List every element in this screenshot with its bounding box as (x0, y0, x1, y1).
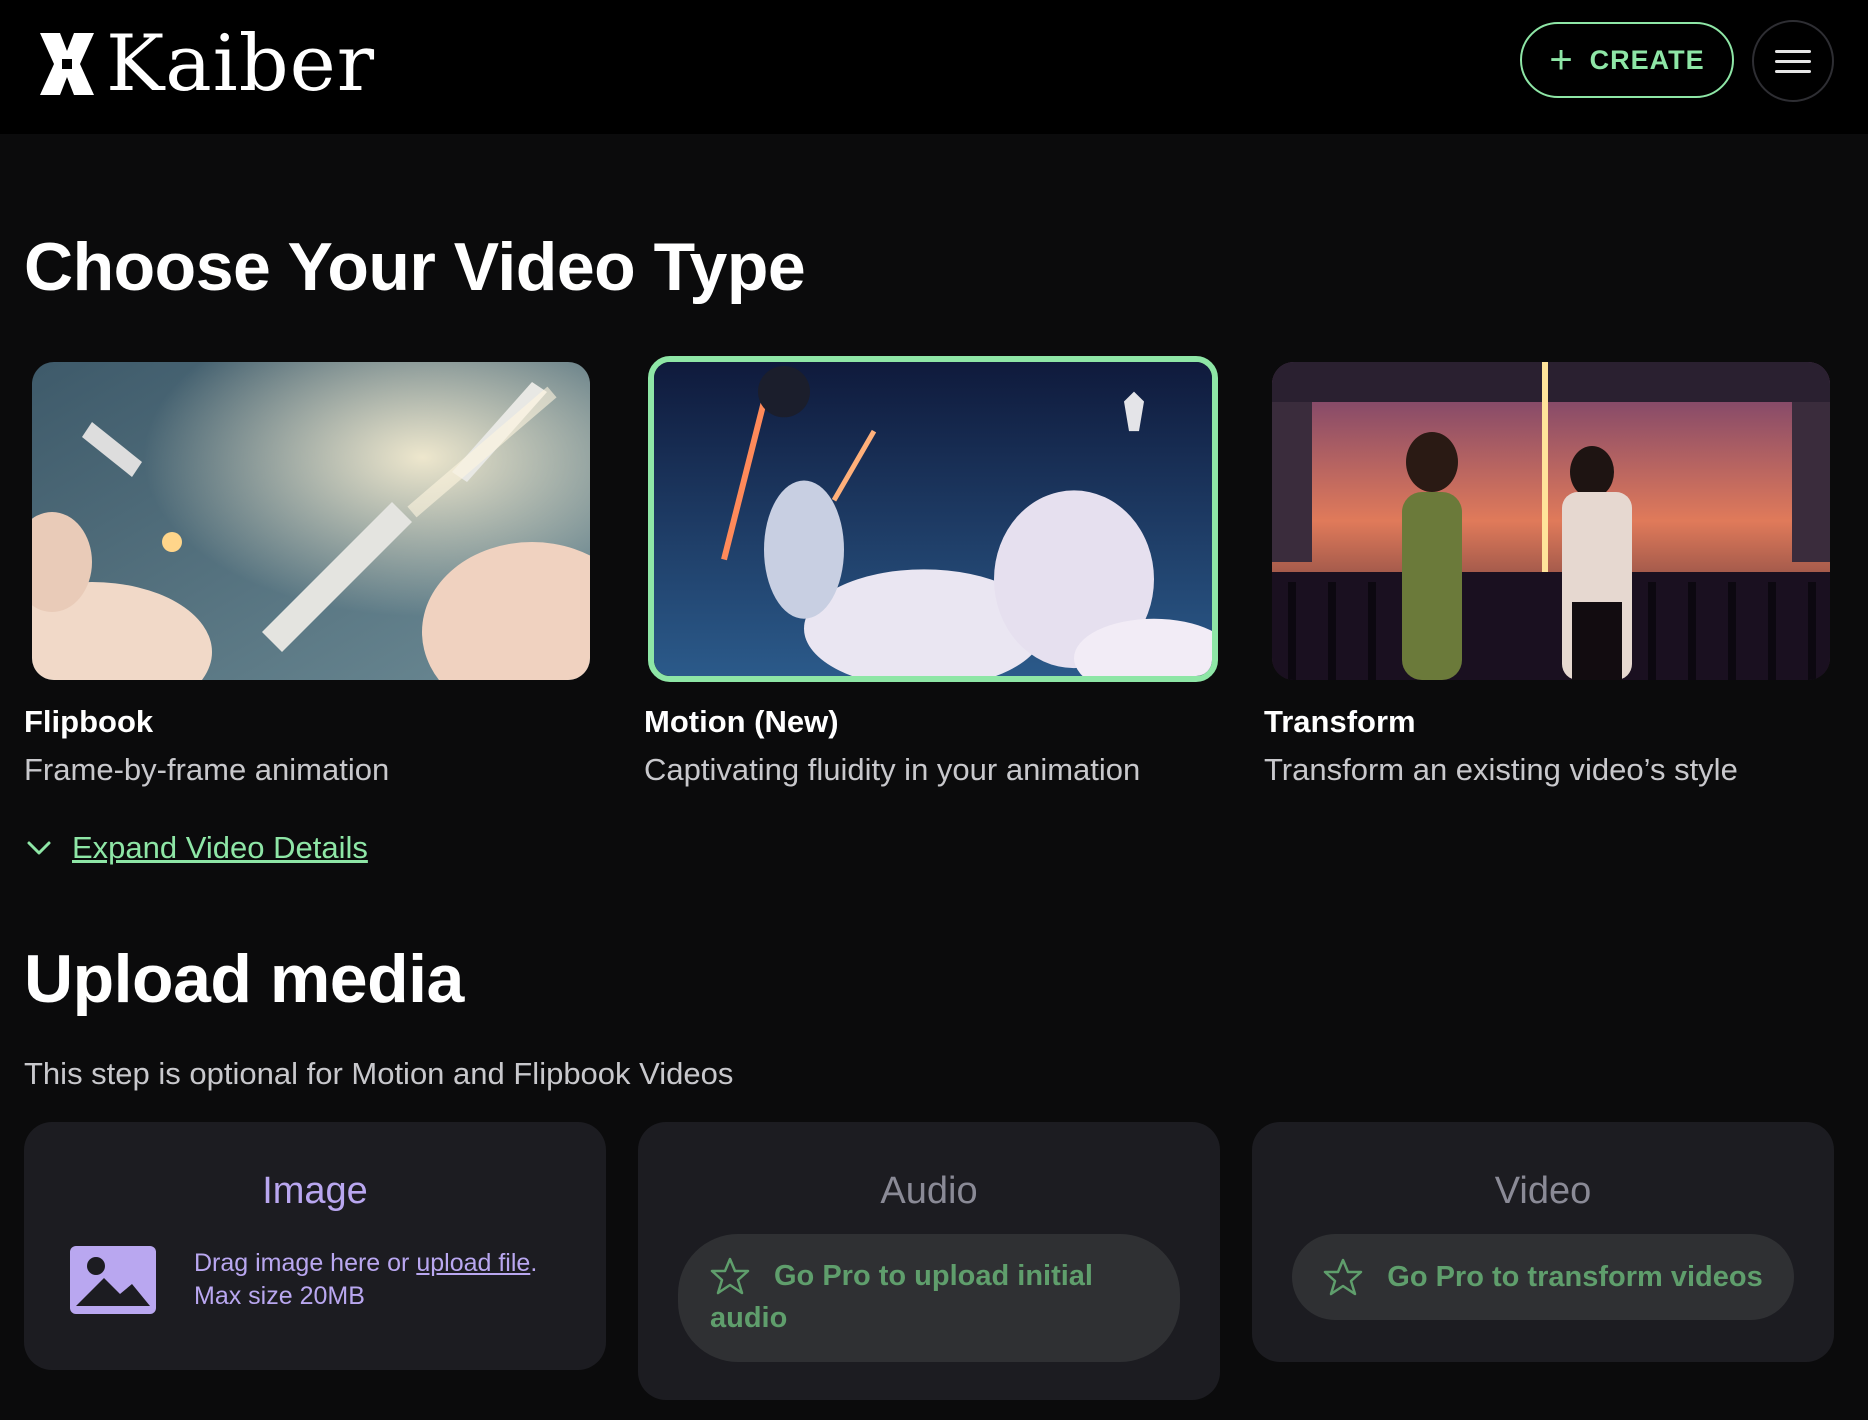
video-type-option-transform[interactable]: Transform Transform an existing video’s … (1264, 356, 1842, 787)
menu-button[interactable] (1752, 20, 1834, 102)
upload-subtitle: This step is optional for Motion and Fli… (24, 1056, 734, 1091)
top-bar: Kaiber + CREATE (0, 0, 1868, 134)
star-icon (710, 1257, 750, 1295)
video-upload-card: Video Go Pro to transform videos (1252, 1122, 1834, 1362)
star-icon (1324, 1258, 1363, 1296)
create-label: CREATE (1589, 44, 1705, 75)
create-button[interactable]: + CREATE (1520, 22, 1734, 98)
motion-thumbnail (648, 356, 1218, 682)
plus-icon: + (1549, 38, 1574, 82)
audio-card-title: Audio (880, 1170, 978, 1212)
transform-thumbnail (1272, 362, 1830, 680)
logo-text: Kaiber (106, 19, 376, 109)
go-pro-audio-label-line1: Go Pro to upload initial (774, 1259, 1093, 1292)
image-upload-card[interactable]: Image Drag image here or upload file. Ma… (24, 1122, 606, 1370)
max-size-text: Max size 20MB (194, 1282, 365, 1310)
drag-text: Drag image here or (194, 1249, 417, 1277)
option-title: Transform (1264, 704, 1416, 739)
audio-upload-card: Audio Go Pro to upload initial audio (638, 1122, 1220, 1400)
go-pro-video-button[interactable]: Go Pro to transform videos (1292, 1234, 1794, 1320)
upload-file-link[interactable]: upload file (416, 1249, 530, 1277)
expand-label: Expand Video Details (72, 830, 368, 865)
drag-text-period: . (530, 1249, 538, 1277)
image-upload-instructions: Drag image here or upload file. Max size… (194, 1247, 537, 1313)
image-icon (70, 1246, 156, 1314)
video-type-heading: Choose Your Video Type (24, 229, 806, 305)
video-type-option-flipbook[interactable]: Flipbook Frame-by-frame animation (24, 356, 602, 787)
go-pro-audio-label-line2: audio (710, 1302, 788, 1334)
video-card-title: Video (1494, 1170, 1592, 1212)
chevron-down-icon (27, 841, 51, 855)
hamburger-menu-icon (1775, 43, 1811, 80)
kaiber-logo[interactable]: Kaiber (36, 24, 375, 104)
kaiber-logo-icon (40, 33, 94, 95)
video-type-option-motion[interactable]: Motion (New) Captivating fluidity in you… (644, 356, 1222, 787)
go-pro-video-label: Go Pro to transform videos (1387, 1260, 1763, 1293)
image-dropzone[interactable]: Drag image here or upload file. Max size… (70, 1246, 537, 1314)
option-title: Flipbook (24, 704, 154, 739)
expand-video-details-link[interactable]: Expand Video Details (24, 830, 368, 866)
option-description: Transform an existing video’s style (1264, 752, 1738, 787)
flipbook-thumbnail (32, 362, 590, 680)
option-title: Motion (New) (644, 704, 839, 739)
option-description: Captivating fluidity in your animation (644, 752, 1141, 787)
option-description: Frame-by-frame animation (24, 752, 390, 787)
upload-media-heading: Upload media (24, 941, 464, 1017)
image-card-title: Image (262, 1170, 368, 1212)
go-pro-audio-button[interactable]: Go Pro to upload initial audio (678, 1234, 1180, 1362)
